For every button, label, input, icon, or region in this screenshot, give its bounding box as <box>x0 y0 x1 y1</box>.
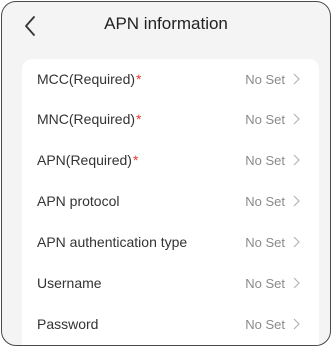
required-marker: * <box>136 111 142 127</box>
required-marker: * <box>136 71 142 87</box>
row-label: APN(Required)* <box>37 152 139 168</box>
row-label: Password <box>37 316 99 332</box>
row-apn-auth-type[interactable]: APN authentication type No Set <box>22 222 319 262</box>
row-value: No Set <box>245 234 285 250</box>
row-mcc[interactable]: MCC(Required)* No Set <box>22 59 319 99</box>
chevron-right-icon <box>293 318 300 330</box>
row-value: No Set <box>245 275 285 291</box>
phone-frame: APN information MCC(Required)* No Set MN… <box>1 1 331 346</box>
row-password[interactable]: Password No Set <box>22 304 319 344</box>
chevron-right-icon <box>293 73 300 85</box>
row-mnc[interactable]: MNC(Required)* No Set <box>22 99 319 139</box>
chevron-right-icon <box>293 236 300 248</box>
row-value: No Set <box>245 193 285 209</box>
row-username[interactable]: Username No Set <box>22 263 319 303</box>
chevron-right-icon <box>293 195 300 207</box>
apn-settings-list: MCC(Required)* No Set MNC(Required)* No … <box>22 59 319 345</box>
chevron-right-icon <box>293 277 300 289</box>
chevron-right-icon <box>293 113 300 125</box>
row-value: No Set <box>245 111 285 127</box>
row-label: MCC(Required)* <box>37 71 142 87</box>
header-bar: APN information <box>2 2 330 52</box>
row-label: MNC(Required)* <box>37 111 142 127</box>
row-value: No Set <box>245 152 285 168</box>
required-marker: * <box>132 152 139 168</box>
row-label: APN protocol <box>37 193 120 209</box>
page-title: APN information <box>104 14 228 33</box>
row-value: No Set <box>245 71 285 87</box>
row-value: No Set <box>245 316 285 332</box>
row-apn[interactable]: APN(Required)* No Set <box>22 140 319 180</box>
row-label: Username <box>37 275 102 291</box>
chevron-right-icon <box>293 154 300 166</box>
row-apn-protocol[interactable]: APN protocol No Set <box>22 181 319 221</box>
row-label: APN authentication type <box>37 234 188 250</box>
